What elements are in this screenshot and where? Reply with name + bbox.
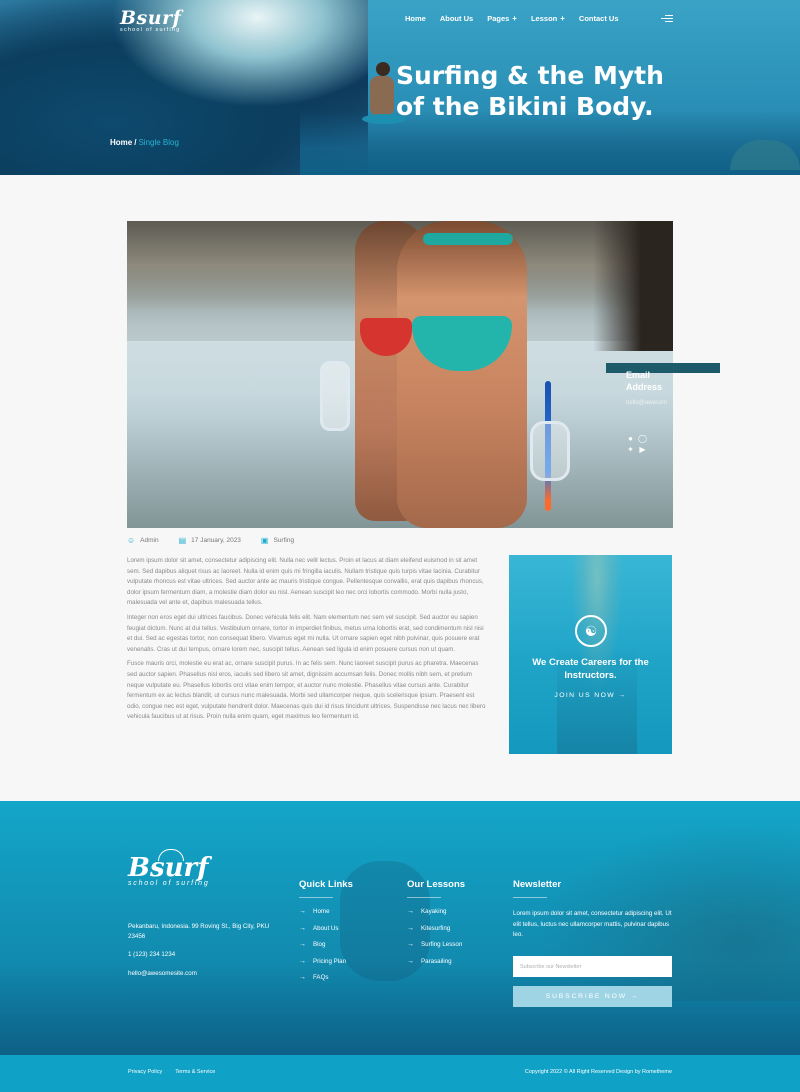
link-label: Parasailing [421, 957, 452, 965]
meta-author[interactable]: ☺ Admin [127, 536, 159, 545]
article-paragraph: Fusce mauris orci, molestie eu erat ac, … [127, 660, 486, 721]
site-footer [0, 801, 800, 1055]
post-date: 17 January, 2023 [191, 537, 241, 544]
quick-links-heading: Quick Links [299, 879, 353, 890]
youtube-icon[interactable]: ▶ [638, 445, 647, 454]
footer-bottom-bar: Privacy Policy Terms & Service Copyright… [0, 1055, 800, 1092]
newsletter-email-input[interactable] [513, 956, 672, 977]
author-name: Admin [140, 537, 159, 544]
folder-icon: ▣ [260, 536, 269, 545]
nav-item-home[interactable]: Home [405, 14, 426, 23]
category-name: Surfing [273, 537, 295, 544]
breadcrumb-separator: / [134, 138, 137, 147]
nav-label: Lesson [530, 14, 558, 23]
email-label: Email Address [626, 370, 663, 392]
arrow-right-icon: → [407, 924, 414, 932]
logo-tagline: school of surfing [120, 27, 181, 33]
subscribe-button[interactable]: SUBSCRIBE NOW → [513, 986, 672, 1007]
quick-links: Quick Links → Home → About Us → Blog → Prici… [299, 879, 353, 991]
breadcrumb-home[interactable]: Home [110, 138, 132, 147]
link-label: About Us [313, 924, 339, 932]
link-label: Pricing Plan [313, 957, 347, 965]
arrow-right-icon: → [407, 957, 414, 965]
terms-link[interactable]: Terms & Service [175, 1069, 215, 1075]
facebook-icon[interactable]: ● [626, 434, 635, 443]
footer-link-about[interactable]: → About Us [299, 925, 353, 932]
page-title: Surfing & the Myth of the Bikini Body. [396, 61, 664, 121]
nav-label: Contact Us [578, 14, 619, 23]
nav-item-contact[interactable]: Contact Us [579, 14, 619, 23]
footer-link-home[interactable]: → Home [299, 908, 353, 915]
twitter-icon[interactable]: ✦ [626, 445, 635, 454]
footer-link-kayaking[interactable]: → Kayaking [407, 908, 465, 915]
arrow-right-icon: → [299, 941, 306, 948]
plus-icon: + [560, 14, 565, 23]
footer-link-surfing-lesson[interactable]: → Surfing Lesson [407, 941, 465, 948]
nav-label: About Us [439, 14, 474, 23]
newsletter: Newsletter [513, 879, 561, 898]
logo-wordmark: Bsurf [120, 7, 182, 29]
nav-label: Pages [487, 14, 510, 23]
hamburger-icon[interactable] [661, 15, 673, 24]
join-us-button[interactable]: JOIN US NOW → [509, 692, 672, 699]
link-label: Surfing Lesson [421, 941, 463, 948]
privacy-policy-link[interactable]: Privacy Policy [128, 1069, 162, 1075]
breadcrumb-current: Single Blog [138, 138, 179, 147]
nav-item-lesson[interactable]: Lesson + [531, 14, 565, 23]
footer-link-blog[interactable]: → Blog [299, 941, 353, 948]
arrow-right-icon: → [407, 908, 414, 915]
lessons-heading: Our Lessons [407, 879, 466, 890]
main-nav: Home About Us Pages + Lesson + Contact Us [405, 14, 619, 23]
instructor-promo-card: ☯ We Create Careers for the Instructors.… [509, 555, 672, 754]
promo-title: We Create Careers for the Instructors. [532, 657, 649, 681]
newsletter-text: Lorem ipsum dolor sit amet, consectetur … [513, 910, 672, 938]
arrow-right-icon: → [299, 974, 306, 981]
nav-item-pages[interactable]: Pages + [487, 14, 517, 23]
footer-link-kitesurfing[interactable]: → Kitesurfing [407, 925, 465, 932]
link-label: FAQs [313, 974, 329, 981]
calendar-icon: ▤ [178, 536, 187, 545]
arrow-right-icon: → [407, 941, 414, 948]
nav-item-about[interactable]: About Us [440, 14, 473, 23]
link-label: Kitesurfing [421, 924, 451, 932]
link-label: Kayaking [421, 908, 447, 915]
article-paragraph: Integer non eros eget dui ultrices fauci… [127, 613, 484, 653]
plus-icon: + [512, 14, 517, 23]
arrow-right-icon: → [299, 924, 306, 932]
link-label: Home [313, 908, 330, 915]
footer-logo[interactable]: Bsurf school of surfing [128, 849, 210, 887]
arrow-right-icon: → [299, 908, 306, 915]
arrow-right-icon: → [299, 957, 306, 965]
instructor-icon: ☯ [575, 615, 607, 647]
nav-label: Home [405, 14, 426, 23]
article-body: Lorem ipsum dolor sit amet, consectetur … [127, 556, 487, 727]
footer-email[interactable]: hello@awesomesite.com [128, 970, 197, 977]
instagram-icon[interactable]: ◯ [638, 434, 647, 443]
social-links: ● ◯ ✦ ▶ [626, 434, 720, 454]
featured-image [127, 221, 673, 528]
newsletter-heading: Newsletter [513, 879, 562, 890]
site-logo[interactable]: Bsurf school of surfing [120, 7, 181, 33]
footer-logo-tagline: school of surfing [128, 880, 210, 887]
footer-link-parasailing[interactable]: → Parasailing [407, 958, 465, 965]
link-label: Blog [313, 941, 326, 948]
copyright: Copyright 2022 © All Right Reserved Desi… [524, 1069, 672, 1075]
article-paragraph: Lorem ipsum dolor sit amet, consectetur … [127, 557, 484, 607]
meta-category[interactable]: ▣ Surfing [261, 536, 294, 545]
footer-address: Pekanbaru, Indonesia. 99 Roving St., Big… [128, 923, 270, 940]
contact-overlay: Email Address hello@awesom ● ◯ ✦ ▶ [606, 363, 720, 454]
meta-date: ▤ 17 January, 2023 [179, 536, 241, 545]
footer-link-pricing[interactable]: → Pricing Plan [299, 958, 353, 965]
footer-phone[interactable]: 1 (123) 234 1234 [128, 951, 175, 958]
post-meta: ☺ Admin ▤ 17 January, 2023 ▣ Surfing [127, 536, 294, 545]
email-value[interactable]: hello@awesom [626, 400, 720, 406]
footer-link-faqs[interactable]: → FAQs [299, 974, 353, 981]
breadcrumb: Home / Single Blog [110, 138, 179, 147]
user-icon: ☺ [127, 536, 136, 545]
our-lessons: Our Lessons → Kayaking → Kitesurfing → Surf… [407, 879, 465, 974]
